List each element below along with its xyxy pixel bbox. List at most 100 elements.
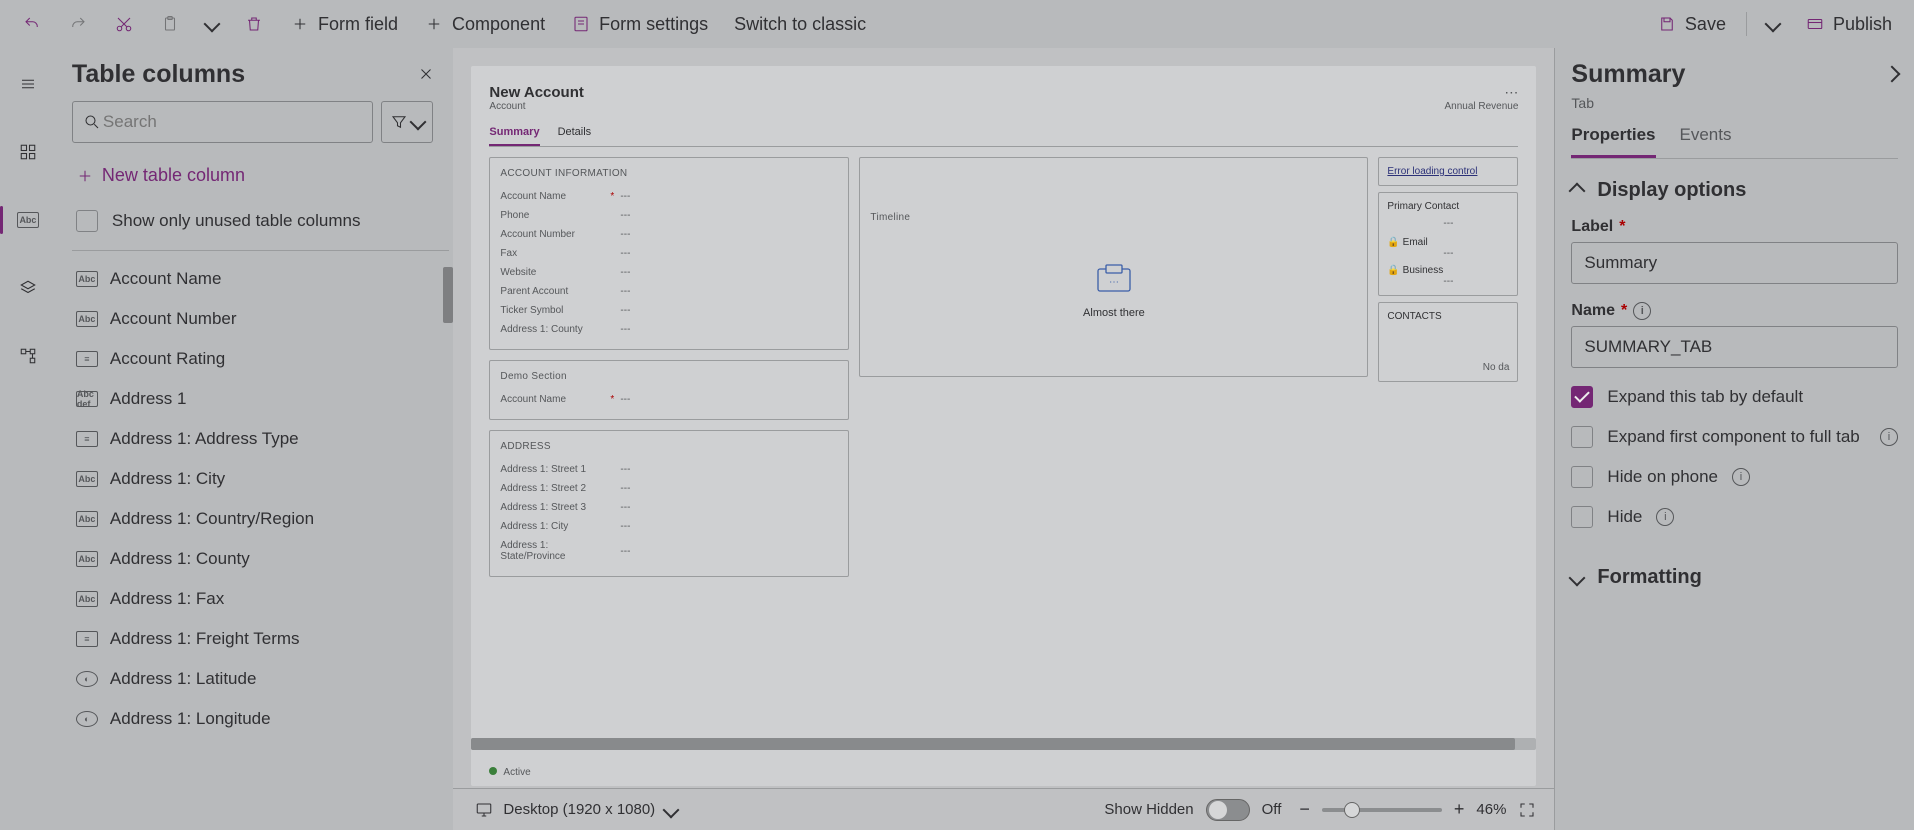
form-field[interactable]: Website--- xyxy=(500,263,838,282)
tab-summary[interactable]: Summary xyxy=(489,126,539,146)
field-label: Address 1: Street 1 xyxy=(500,464,610,475)
cut-button[interactable] xyxy=(104,6,144,42)
publish-button[interactable]: Publish xyxy=(1795,6,1902,42)
form-settings-button[interactable]: Form settings xyxy=(561,6,718,42)
column-list[interactable]: AbcAccount NameAbcAccount Number≡Account… xyxy=(72,259,454,830)
form-field[interactable]: Phone--- xyxy=(500,206,838,225)
form-field[interactable]: Address 1: Street 1 --- xyxy=(500,460,838,479)
primary-contact-card[interactable]: Primary Contact --- 🔒 Email --- 🔒 Busine… xyxy=(1378,192,1518,296)
form-field[interactable]: Fax--- xyxy=(500,244,838,263)
info-icon[interactable]: i xyxy=(1880,428,1898,446)
section-demo[interactable]: Demo Section Account Name*--- xyxy=(489,360,849,420)
display-options-header[interactable]: Display options xyxy=(1571,179,1898,202)
form-field[interactable]: Account Name*--- xyxy=(500,187,838,206)
zoom-out-button[interactable]: − xyxy=(1299,799,1310,820)
section-address[interactable]: ADDRESS Address 1: Street 1---Address 1:… xyxy=(489,430,849,577)
column-item[interactable]: AbcAddress 1: Country/Region xyxy=(72,499,450,539)
field-label: Fax xyxy=(500,248,610,259)
separator xyxy=(1746,12,1747,36)
expand-default-checkbox[interactable]: Expand this tab by default xyxy=(1571,386,1898,408)
column-item[interactable]: AbcAddress 1: County xyxy=(72,539,450,579)
form-field[interactable]: Address 1: County--- xyxy=(500,320,838,339)
error-card[interactable]: Error loading control xyxy=(1378,157,1518,186)
form-preview[interactable]: New Account Account ⋯ Annual Revenue Sum… xyxy=(471,66,1536,786)
field-value: --- xyxy=(620,464,630,475)
add-form-field-button[interactable]: Form field xyxy=(280,6,408,42)
scrollbar-thumb[interactable] xyxy=(443,267,453,323)
info-icon[interactable]: i xyxy=(1732,468,1750,486)
name-input[interactable] xyxy=(1571,326,1898,368)
column-type-icon: Abc xyxy=(76,471,98,487)
delete-button[interactable] xyxy=(234,6,274,42)
new-column-button[interactable]: New table column xyxy=(72,159,454,192)
contacts-card[interactable]: CONTACTS No da xyxy=(1378,302,1518,382)
tab-events[interactable]: Events xyxy=(1680,125,1732,158)
fit-icon[interactable] xyxy=(1518,801,1536,819)
form-field[interactable]: Address 1: City--- xyxy=(500,517,838,536)
column-label: Address 1: Address Type xyxy=(110,429,299,449)
horizontal-scrollbar[interactable] xyxy=(471,738,1536,750)
column-item[interactable]: AbcAccount Number xyxy=(72,299,450,339)
paste-button[interactable] xyxy=(150,6,190,42)
form-field[interactable]: Ticker Symbol--- xyxy=(500,301,838,320)
form-field[interactable]: Parent Account--- xyxy=(500,282,838,301)
column-item[interactable]: AbcAccount Name xyxy=(72,259,450,299)
undo-button[interactable] xyxy=(12,6,52,42)
column-item[interactable]: ◐Address 1: Longitude xyxy=(72,699,450,739)
form-field[interactable]: Address 1: Street 3--- xyxy=(500,498,838,517)
close-panel-button[interactable] xyxy=(417,65,437,85)
section-timeline[interactable]: Timeline ⋯ Almost there xyxy=(859,157,1368,377)
paste-more-button[interactable] xyxy=(196,6,228,42)
error-link[interactable]: Error loading control xyxy=(1387,166,1477,177)
hide-checkbox[interactable]: Hide i xyxy=(1571,506,1898,528)
tab-properties[interactable]: Properties xyxy=(1571,125,1655,158)
collapse-panel-button[interactable] xyxy=(1884,66,1901,83)
column-item[interactable]: ≡ Address 1: Address Type xyxy=(72,419,450,459)
save-more-button[interactable] xyxy=(1757,6,1789,42)
rail-layers-button[interactable] xyxy=(8,268,48,308)
rail-menu-button[interactable] xyxy=(8,64,48,104)
field-value: --- xyxy=(620,229,630,240)
show-hidden-toggle[interactable]: Show Hidden Off xyxy=(1104,799,1281,821)
column-type-icon: ≡ xyxy=(76,431,98,447)
column-item[interactable]: ≡Address 1: Freight Terms xyxy=(72,619,450,659)
zoom-slider[interactable] xyxy=(1322,808,1442,812)
form-field[interactable]: Account Number--- xyxy=(500,225,838,244)
form-field[interactable]: Address 1: Street 2--- xyxy=(500,479,838,498)
info-icon[interactable]: i xyxy=(1656,508,1674,526)
rail-components-button[interactable] xyxy=(8,132,48,172)
column-item[interactable]: AbcAddress 1: Fax xyxy=(72,579,450,619)
column-item[interactable]: AbcAddress 1: City xyxy=(72,459,450,499)
rail-tree-button[interactable] xyxy=(8,336,48,376)
redo-button[interactable] xyxy=(58,6,98,42)
column-item[interactable]: Abc defAddress 1 xyxy=(72,379,450,419)
field-label: Website xyxy=(500,267,610,278)
save-button[interactable]: Save xyxy=(1647,6,1736,42)
timeline-caption: Almost there xyxy=(1083,307,1145,319)
search-input-wrap[interactable] xyxy=(72,101,374,143)
left-rail: Abc xyxy=(0,48,56,830)
section-account-information[interactable]: ACCOUNT INFORMATION Account Name*---Phon… xyxy=(489,157,849,350)
add-component-button[interactable]: Component xyxy=(414,6,555,42)
form-field[interactable]: Account Name*--- xyxy=(500,390,838,409)
form-field[interactable]: Address 1: State/Province--- xyxy=(500,536,838,566)
table-columns-panel: Table columns New table column Show xyxy=(56,48,454,830)
switch-classic-button[interactable]: Switch to classic xyxy=(724,6,876,42)
device-selector[interactable]: Desktop (1920 x 1080) xyxy=(475,801,677,819)
label-input[interactable] xyxy=(1571,242,1898,284)
formatting-header[interactable]: Formatting xyxy=(1571,566,1898,589)
form-field-label: Form field xyxy=(318,14,398,35)
toggle-switch[interactable] xyxy=(1206,799,1250,821)
zoom-in-button[interactable]: + xyxy=(1454,799,1465,820)
filter-button[interactable] xyxy=(381,101,433,143)
field-value: --- xyxy=(620,286,630,297)
tab-details[interactable]: Details xyxy=(558,126,592,146)
show-unused-checkbox[interactable]: Show only unused table columns xyxy=(72,206,450,251)
hide-phone-checkbox[interactable]: Hide on phone i xyxy=(1571,466,1898,488)
search-input[interactable] xyxy=(101,111,363,133)
rail-columns-button[interactable]: Abc xyxy=(8,200,48,240)
expand-first-checkbox[interactable]: Expand first component to full tab i xyxy=(1571,426,1898,448)
column-item[interactable]: ≡Account Rating xyxy=(72,339,450,379)
column-item[interactable]: ◐Address 1: Latitude xyxy=(72,659,450,699)
info-icon[interactable]: i xyxy=(1633,302,1651,320)
